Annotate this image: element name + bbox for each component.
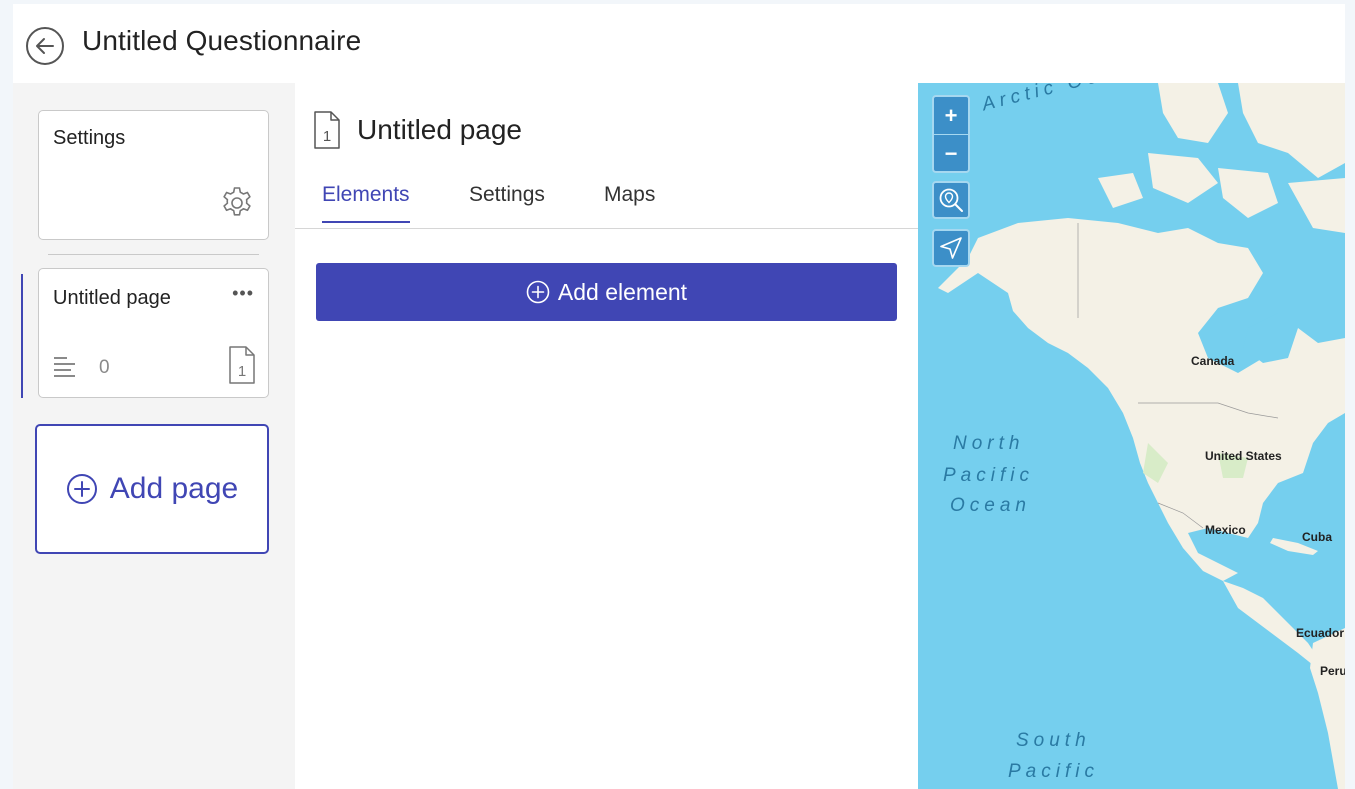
tab-maps[interactable]: Maps [604,183,655,221]
page-number-icon: 1 [314,111,340,149]
zoom-out-button[interactable]: − [934,135,968,172]
navigation-arrow-icon [940,237,962,259]
questionnaire-title: Untitled Questionnaire [82,25,362,56]
map-country-label: Peru [1320,664,1345,678]
search-location-icon [939,188,963,212]
map-country-label: Canada [1191,354,1235,368]
add-element-button[interactable]: Add element [316,263,897,321]
map-ocean-label: North [953,433,1025,454]
page-title: Untitled page [357,114,523,145]
page-editor: 1 Untitled page Elements Settings Maps A… [295,83,918,789]
page-number-icon: 1 [228,345,256,390]
page-number-text: 1 [238,363,246,380]
sidebar-page-card[interactable]: Untitled page ••• 0 1 [38,268,269,398]
settings-card-label: Settings [53,127,126,149]
add-element-label: Add element [557,278,688,305]
page-tabs: Elements Settings Maps [295,177,918,229]
sidebar: Settings Untitled page ••• 0 1 Add page [13,83,295,789]
add-page-label: Add page [109,472,239,505]
page-number-text: 1 [323,128,331,145]
settings-card[interactable]: Settings [38,110,269,240]
sidebar-divider [48,254,259,255]
map-ocean-label: Ocean [950,495,1031,516]
zoom-in-button[interactable]: + [934,97,968,134]
back-button[interactable] [25,26,65,66]
page-card-label: Untitled page [53,287,171,309]
add-page-button[interactable]: Add page [35,424,269,554]
element-count: 0 [99,357,110,378]
map-ocean-label: Pacific [943,465,1034,486]
plus-circle-icon [66,473,98,505]
map-view[interactable]: Arctic Ocean North Pacific Ocean South P… [918,83,1345,789]
locate-button[interactable] [932,181,970,219]
header: Untitled Questionnaire [13,4,1345,83]
gear-icon [219,184,255,225]
map-country-label: United States [1205,449,1282,463]
map-zoom-controls: + − [932,95,970,173]
map-country-label: Ecuador [1296,626,1345,640]
lines-icon [53,354,79,385]
plus-circle-icon [526,280,550,304]
arrow-left-circle-icon [26,27,64,65]
navigate-button[interactable] [932,229,970,267]
page-header: 1 Untitled page [313,110,522,150]
active-page-indicator [21,274,23,398]
map-ocean-label: Pacific [1008,761,1099,782]
map-country-label: Mexico [1205,523,1246,537]
map-country-label: Cuba [1302,530,1332,544]
tab-elements[interactable]: Elements [322,183,410,223]
map-ocean-label: South [1016,730,1091,751]
ellipsis-icon[interactable]: ••• [232,283,254,304]
app-window: Untitled Questionnaire Settings Untitled… [13,4,1345,789]
tab-settings[interactable]: Settings [469,183,545,221]
